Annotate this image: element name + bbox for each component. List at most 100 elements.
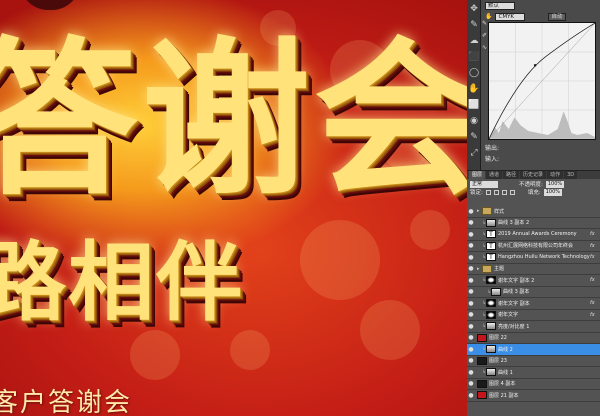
tool-icon[interactable]: ✋ [468,82,480,96]
layer-name: 图层 21 副本 [489,392,519,399]
layer-row[interactable]: ● ↳ 曲线 1 [467,367,600,379]
layer-row[interactable]: ● ↳ 曲线 3 副本 [467,287,600,298]
layer-name: 杭州汇展网络科技有限公司年终会 [498,243,574,250]
layer-row[interactable]: ● 图层 4 副本 [467,379,600,390]
auto-button[interactable]: 自动 [548,12,566,21]
layer-effects-icon[interactable]: fx [590,243,600,249]
layer-row[interactable]: ● ▸ 样式 [467,206,600,218]
decor-shape [20,0,80,10]
layer-name: 亮度/对比度 1 [498,323,530,330]
blend-mode-select[interactable]: 正常 [470,180,498,188]
tool-icon[interactable]: ⬜ [468,98,480,112]
layer-row[interactable]: ● ↳ 亮度/对比度 1 [467,321,600,333]
visibility-eye-icon[interactable]: ● [467,254,475,261]
point-edit-icon[interactable]: ✎ [481,20,488,28]
visibility-eye-icon[interactable]: ● [467,334,475,341]
layer-thumbnail [486,345,496,354]
lock-all-icon[interactable] [509,189,515,195]
layer-row[interactable]: ● 图层 21 副本 [467,390,600,402]
panel-tab[interactable]: 历史记录 [520,171,547,179]
panel-tab[interactable]: 3D [564,171,578,179]
fill-input[interactable]: 100% [543,188,563,196]
layer-row[interactable]: ● ↳ 谢年文字 副本 2 fx [467,275,600,287]
tool-icon[interactable]: ☁ [468,34,480,48]
panel-tab[interactable]: 图层 [469,171,486,179]
output-label: 输出: [485,145,500,152]
visibility-eye-icon[interactable]: ● [467,265,475,272]
layer-row[interactable]: ● 图层 22 [467,333,600,344]
visibility-eye-icon[interactable]: ● [467,231,475,238]
lock-transparency-icon[interactable] [485,189,491,195]
layer-row[interactable]: ● ↳ T Hangzhou Huilu Network Technology ...… [467,252,600,264]
layer-row[interactable]: ● 图层 23 [467,356,600,367]
layer-effects-icon[interactable]: fx [590,277,600,283]
layer-name: 图层 4 副本 [489,381,516,388]
panel-tab[interactable]: 通道 [486,171,503,179]
smooth-icon[interactable]: ∿ [481,44,488,52]
layer-effects-icon[interactable]: fx [590,254,600,260]
layer-name: Hangzhou Huilu Network Technology ... [498,254,590,261]
text-layer-icon: T [486,253,496,262]
layer-name: 谢年文字 副本 [498,300,530,307]
visibility-eye-icon[interactable]: ● [467,242,475,249]
visibility-eye-icon[interactable]: ● [467,346,475,353]
opacity-input[interactable]: 100% [545,180,565,188]
tool-icon[interactable]: ◉ [468,114,480,128]
document-canvas[interactable]: 答谢会 路相伴 客户答谢会 [0,0,467,416]
input-label: 输入: [485,156,500,163]
layer-list: ● ▸ 样式 ● ↳ 曲线 3 副本 2 ● ↳ T 2019 Annual Awards Cer… [467,206,600,402]
layer-name: 曲线 1 [498,369,513,376]
bokeh-light [300,220,380,300]
layer-row[interactable]: ● ▸ 主题 [467,264,600,275]
visibility-eye-icon[interactable]: ● [467,300,475,307]
visibility-eye-icon[interactable]: ● [467,288,475,295]
pencil-icon[interactable]: ✐ [481,32,488,40]
visibility-eye-icon[interactable]: ● [467,357,475,364]
lock-position-icon[interactable] [501,189,507,195]
layer-thumbnail [486,322,496,331]
layer-name: 曲线 3 副本 [503,289,530,296]
layer-row[interactable]: ● ↳ 曲线 2 [467,344,600,356]
layer-name: 图层 23 [489,358,507,365]
visibility-eye-icon[interactable]: ● [467,277,475,284]
layer-row[interactable]: ● ↳ T 杭州汇展网络科技有限公司年终会 fx [467,241,600,252]
visibility-eye-icon[interactable]: ● [467,392,475,399]
curves-properties-panel: 默认 ✋ CMYK 自动 ✎ ✐ ∿ 输出: 输入: [481,0,600,170]
layers-panel: 图层 通道 路径 历史记录 动作 3D 正常 不透明度: 100% 锁定: 填充: 100… [467,170,600,416]
visibility-eye-icon[interactable]: ● [467,369,475,376]
layer-row[interactable]: ● ↳ 曲线 3 副本 2 [467,218,600,229]
folder-icon [482,207,492,216]
lock-pixels-icon[interactable] [493,189,499,195]
layer-thumbnail [486,368,496,377]
tool-icon[interactable]: ✎ [468,130,480,144]
layer-effects-icon[interactable]: fx [590,300,600,306]
visibility-eye-icon[interactable]: ● [467,323,475,330]
hand-icon[interactable]: ✋ [485,13,492,20]
visibility-eye-icon[interactable]: ● [467,380,475,387]
tool-icon[interactable]: ⬛ [468,50,480,64]
subheadline-text: 路相伴 [0,233,244,333]
layer-row[interactable]: ● ↳ 谢年文字 副本 fx [467,298,600,310]
curves-tool-strip: ✥ ✎ ☁ ⬛ ◯ ✋ ⬜ ◉ ✎ ⤢ [467,0,481,170]
tool-icon[interactable]: ◯ [468,66,480,80]
layer-row[interactable]: ● ↳ 谢年文字 fx [467,310,600,321]
tool-icon[interactable]: ✥ [468,2,480,16]
layer-thumbnail [486,299,496,308]
layer-effects-icon[interactable]: fx [590,312,600,318]
layer-thumbnail [477,356,487,365]
tool-icon[interactable]: ⤢ [468,146,480,160]
tool-icon[interactable]: ✎ [468,18,480,32]
panel-tab[interactable]: 动作 [547,171,564,179]
panel-tab[interactable]: 路径 [503,171,520,179]
preset-select[interactable]: 默认 [485,1,515,10]
channel-select[interactable]: CMYK [495,12,526,21]
bokeh-light [230,330,270,370]
visibility-eye-icon[interactable]: ● [467,208,475,215]
curve-graph[interactable] [488,22,596,140]
visibility-eye-icon[interactable]: ● [467,219,475,226]
layers-panel-tabs: 图层 通道 路径 历史记录 动作 3D [467,171,600,179]
layer-effects-icon[interactable]: fx [590,231,600,237]
text-layer-icon: T [486,241,496,250]
visibility-eye-icon[interactable]: ● [467,311,475,318]
layer-row[interactable]: ● ↳ T 2019 Annual Awards Ceremony fx [467,229,600,241]
